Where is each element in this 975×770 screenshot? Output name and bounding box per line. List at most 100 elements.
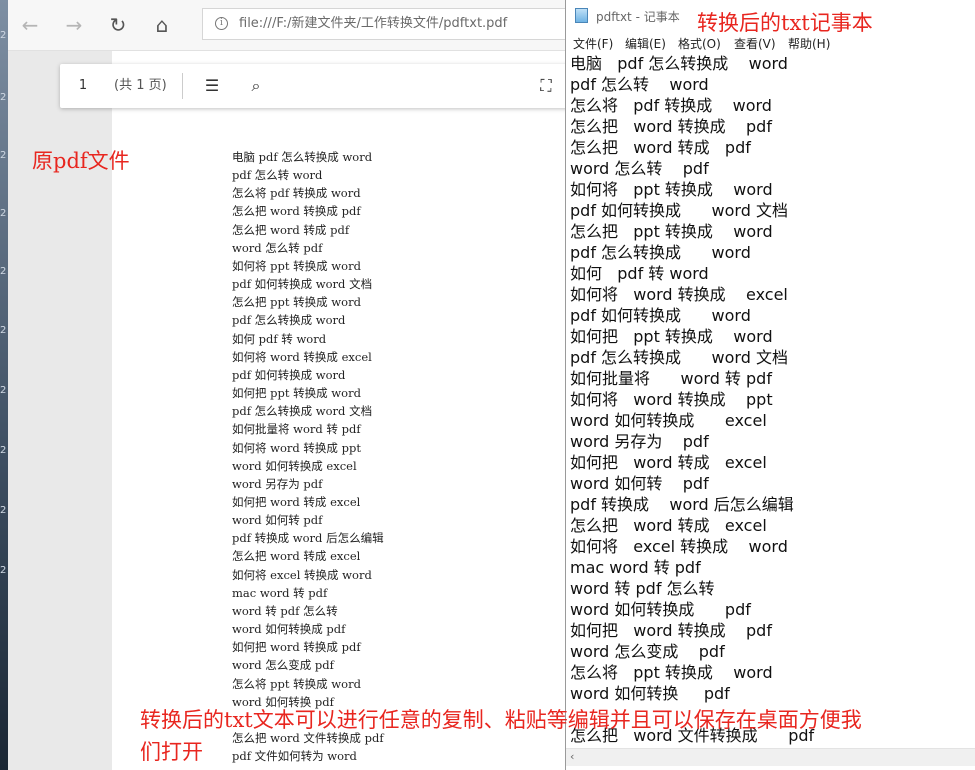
address-url: file:///F:/新建文件夹/工作转换文件/pdftxt.pdf [239,16,508,31]
back-arrow-icon: ← [21,13,39,37]
notepad-line: pdf 如何转换成 word 文档 [570,201,788,220]
notepad-line: 如何将 ppt 转换成 word [570,180,773,199]
menu-view[interactable]: 查看(V) [734,35,776,52]
notepad-line: 怎么把 word 转换成 pdf [570,117,772,136]
pdf-line: 如何把 word 转换成 pdf [232,640,361,655]
pdf-line: word 如何转换成 pdf [232,622,346,637]
txt-annotation: 转换后的txt记事本 [697,11,873,35]
notepad-line: 如何 pdf 转 word [570,264,709,283]
pdf-line: 怎么把 ppt 转换成 word [232,295,361,310]
notepad-line: pdf 怎么转换成 word [570,243,751,262]
notepad-line: word 如何转换 pdf [570,684,730,703]
pdf-line: 如何把 word 转成 excel [232,494,361,509]
pdf-line: 怎么将 pdf 转换成 word [232,186,361,201]
desktop-edge-glyph: 2 [0,30,7,41]
notepad-title: pdftxt - 记事本 [596,10,680,24]
page-number-input[interactable]: 1 [68,70,98,102]
notepad-line: mac word 转 pdf [570,558,701,577]
bottom-annotation-line-1: 转换后的txt文本可以进行任意的复制、粘贴等编辑并且可以保存在桌面方便我 [140,708,862,732]
notepad-line: pdf 怎么转 word [570,75,709,94]
pdf-line: 怎么把 word 转成 pdf [232,222,350,237]
desktop-edge-glyph: 2 [0,150,7,161]
notepad-line: word 如何转换成 pdf [570,600,751,619]
menu-format[interactable]: 格式(O) [678,35,721,52]
pdf-line: word 如何转换成 excel [232,458,357,473]
notepad-line: word 如何转换成 excel [570,411,767,430]
browser-toolbar: ← → ↻ ⌂ i file:///F:/新建文件夹/工作转换文件/pdftxt… [8,0,574,51]
pdf-line: word 如何转 pdf [232,513,323,528]
menu-file[interactable]: 文件(F) [573,35,613,52]
address-bar[interactable]: i file:///F:/新建文件夹/工作转换文件/pdftxt.pdf [202,8,574,40]
notepad-line: pdf 怎么转换成 word 文档 [570,348,788,367]
desktop-edge-glyph: 2 [0,505,7,516]
scroll-left-icon[interactable]: ‹ [570,750,574,763]
pdf-line: pdf 怎么转 word [232,168,323,183]
page-count: (共 1 页) [114,78,167,93]
notepad-line: 如何将 excel 转换成 word [570,537,788,556]
pdf-line: word 怎么变成 pdf [232,658,334,673]
home-icon: ⌂ [155,13,169,37]
notepad-line: word 怎么变成 pdf [570,642,725,661]
notepad-line: 怎么将 ppt 转换成 word [570,663,773,682]
horizontal-scrollbar[interactable]: ‹ [566,748,975,766]
pdf-line: 如何将 word 转换成 ppt [232,440,361,455]
notepad-line: 如何批量将 word 转 pdf [570,369,772,388]
pdf-line: pdf 文件如何转为 word [232,749,357,764]
notepad-line: word 转 pdf 怎么转 [570,579,715,598]
toolbar-divider [182,73,183,99]
notepad-line: pdf 转换成 word 后怎么编辑 [570,495,794,514]
refresh-icon: ↻ [109,13,127,37]
notepad-line: 如何把 ppt 转换成 word [570,327,773,346]
forward-arrow-icon: → [65,13,83,37]
pdf-line: 怎么将 ppt 转换成 word [232,676,361,691]
info-icon[interactable]: i [215,17,228,30]
back-button[interactable]: ← [14,10,46,40]
menu-help[interactable]: 帮助(H) [788,35,830,52]
notepad-line: 怎么将 pdf 转换成 word [570,96,772,115]
notepad-line: 怎么把 word 转成 pdf [570,138,751,157]
notepad-line: word 另存为 pdf [570,432,709,451]
pdf-line: word 另存为 pdf [232,476,323,491]
pdf-line: word 转 pdf 怎么转 [232,603,338,618]
notepad-icon [575,8,588,23]
pdf-line: pdf 怎么转换成 word 文档 [232,404,373,419]
desktop-edge-glyph: 2 [0,266,7,277]
fit-page-icon[interactable]: ⛶ [532,72,560,100]
table-of-contents-icon[interactable]: ☰ [198,72,226,100]
pdf-line: pdf 如何转换成 word [232,367,346,382]
forward-button[interactable]: → [58,10,90,40]
pdf-line: 如何将 ppt 转换成 word [232,258,361,273]
home-button[interactable]: ⌂ [146,10,178,40]
desktop-edge-glyph: 2 [0,445,7,456]
desktop-edge-glyph: 2 [0,325,7,336]
pdf-line: 怎么把 word 转成 excel [232,549,361,564]
pdf-line: mac word 转 pdf [232,585,328,600]
pdf-line: 如何将 excel 转换成 word [232,567,372,582]
pdf-content: 电脑 pdf 怎么转换成 word pdf 怎么转 word 怎么将 pdf 转换成… [232,148,472,765]
refresh-button[interactable]: ↻ [102,10,134,40]
notepad-line: 电脑 pdf 怎么转换成 word [570,54,788,73]
desktop-edge-glyph: 2 [0,565,7,576]
notepad-line: word 如何转 pdf [570,474,709,493]
pdf-line: 怎么把 word 转换成 pdf [232,204,361,219]
pdf-line: 如何批量将 word 转 pdf [232,422,361,437]
pdf-line: 如何 pdf 转 word [232,331,327,346]
pdf-line: 如何把 ppt 转换成 word [232,386,361,401]
pdf-annotation: 原pdf文件 [32,149,130,173]
pdf-line: pdf 怎么转换成 word [232,313,346,328]
notepad-line: pdf 如何转换成 word [570,306,751,325]
menu-edit[interactable]: 编辑(E) [625,35,666,52]
notepad-line: 如何把 word 转成 excel [570,453,767,472]
desktop-edge: 2 2 2 2 2 2 2 2 2 2 [0,0,8,770]
notepad-text-area[interactable]: 电脑 pdf 怎么转换成 word pdf 怎么转 word 怎么将 pdf 转换成… [570,53,970,748]
pdf-line: word 怎么转 pdf [232,240,323,255]
notepad-line: 怎么把 ppt 转换成 word [570,222,773,241]
search-icon[interactable]: ⌕ [242,72,270,100]
desktop-edge-glyph: 2 [0,92,7,103]
bottom-annotation-line-2: 们打开 [140,740,203,764]
pdf-toolbar: 1 (共 1 页) ☰ ⌕ ⛶ [60,64,580,108]
notepad-line: 如何将 word 转换成 excel [570,285,788,304]
desktop-edge-glyph: 2 [0,385,7,396]
pdf-line: pdf 转换成 word 后怎么编辑 [232,531,384,546]
notepad-line: 怎么把 word 转成 excel [570,516,767,535]
